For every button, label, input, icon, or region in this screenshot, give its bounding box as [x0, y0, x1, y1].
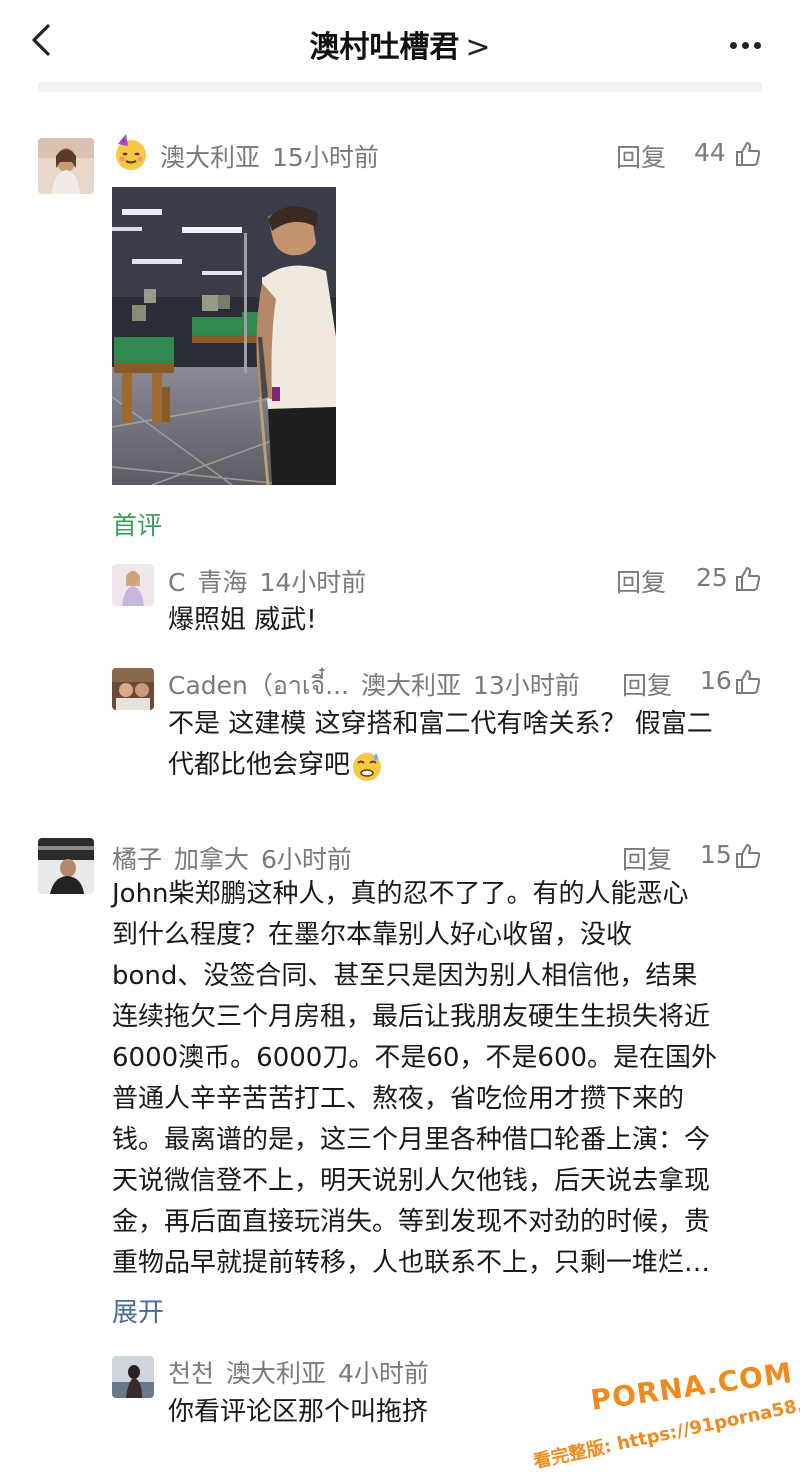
thumbs-up-icon[interactable]: [734, 668, 762, 696]
first-comment-label: 首评: [112, 511, 163, 540]
reply-time: 13小时前: [472, 671, 580, 700]
page-title-text: 澳村吐槽君: [309, 30, 460, 65]
comment-text-line: bond、没签合同、甚至只是因为别人相信他，结果: [112, 961, 698, 991]
reply-text-line-2: 代都比他会穿吧: [168, 750, 351, 780]
comment-photo[interactable]: [112, 187, 336, 485]
avatar[interactable]: [38, 838, 94, 894]
reply-time: 4小时前: [338, 1359, 429, 1388]
comment-text-line: 连续拖欠三个月房租，最后让我朋友硬生生损失将近: [112, 1002, 711, 1032]
reply-author[interactable]: Caden（อาเจี๋...: [168, 671, 349, 700]
reply-button[interactable]: 回复: [622, 840, 672, 876]
comment-text: John柴郑鹏这种人，真的忍不了了。有的人能恶心 到什么程度？在墨尔本靠别人好心…: [112, 874, 772, 1284]
like-count: 15: [700, 840, 732, 869]
reply-text: 爆照姐 威武!: [168, 605, 317, 635]
chevron-right-icon: >: [465, 30, 491, 65]
reply-location: 澳大利亚: [360, 671, 461, 700]
reply-meta: 천천 澳大利亚 4小时前: [168, 1354, 441, 1390]
reply-meta: Caden（อาเจี๋... 澳大利亚 13小时前: [168, 666, 592, 706]
reply-meta: C 青海 14小时前: [168, 563, 378, 599]
comment-author[interactable]: 橘子: [112, 845, 162, 874]
avatar[interactable]: [112, 668, 154, 710]
comment-text-line: 重物品早就提前转移，人也联系不上，只剩一堆烂…: [112, 1248, 711, 1278]
comment-meta: 橘子 加拿大 6小时前: [112, 840, 364, 876]
comment-time: 15小时前: [272, 143, 379, 172]
reply-time: 14小时前: [259, 568, 367, 597]
expand-link[interactable]: 展开: [112, 1292, 164, 1329]
party-face-emoji-icon: [116, 134, 146, 170]
reply-button[interactable]: 回复: [616, 138, 666, 174]
reply-author[interactable]: 천천: [168, 1359, 214, 1388]
reply-author[interactable]: C: [168, 568, 185, 597]
top-bar: 澳村吐槽君 >: [0, 0, 800, 80]
comment-text-line: 天说微信登不上，明天说别人欠他钱，后天说去拿现: [112, 1166, 711, 1196]
comment-time: 6小时前: [261, 845, 352, 874]
reply-button[interactable]: 回复: [622, 666, 672, 702]
comment-meta: 澳大利亚 15小时前: [160, 138, 391, 174]
like-count: 16: [700, 666, 732, 695]
avatar[interactable]: [112, 564, 154, 606]
comment-location: 澳大利亚: [160, 143, 261, 172]
more-options-icon[interactable]: [730, 34, 770, 49]
comment-text-line: 钱。最离谱的是，这三个月里各种借口轮番上演：今: [112, 1125, 711, 1155]
thumbs-up-icon[interactable]: [734, 140, 762, 168]
comment-text-line: 金，再后面直接玩消失。等到发现不对劲的时候，贵: [112, 1207, 711, 1237]
comment-text-line: 6000澳币。6000刀。不是60，不是600。是在国外: [112, 1043, 718, 1073]
comment-text-line: John柴郑鹏这种人，真的忍不了了。有的人能恶心: [112, 879, 689, 909]
thumbs-up-icon[interactable]: [734, 565, 762, 593]
reply-text-line: 代都比他会穿吧: [168, 745, 768, 786]
thumbs-up-icon[interactable]: [734, 842, 762, 870]
reply-button[interactable]: 回复: [616, 563, 666, 599]
sweat-face-emoji-icon: [353, 752, 382, 781]
reply-location: 澳大利亚: [226, 1359, 327, 1388]
reply-location: 青海: [197, 568, 248, 597]
reply-text: 你看评论区那个叫拖挤: [168, 1397, 429, 1427]
avatar[interactable]: [112, 1356, 154, 1398]
comment-text-line: 普通人辛辛苦苦打工、熬夜，省吃俭用才攒下来的: [112, 1084, 685, 1114]
avatar[interactable]: [38, 138, 94, 194]
page-title[interactable]: 澳村吐槽君 >: [0, 22, 800, 66]
like-count: 44: [694, 138, 726, 167]
comment-text-line: 到什么程度？在墨尔本靠别人好心收留，没收: [112, 920, 633, 950]
like-count: 25: [696, 563, 728, 592]
section-divider: [38, 82, 762, 92]
reply-text-line: 不是 这建模 这穿搭和富二代有啥关系？ 假富二: [168, 709, 713, 739]
comment-location: 加拿大: [174, 845, 250, 874]
reply-text: 不是 这建模 这穿搭和富二代有啥关系？ 假富二 代都比他会穿吧: [168, 704, 768, 786]
